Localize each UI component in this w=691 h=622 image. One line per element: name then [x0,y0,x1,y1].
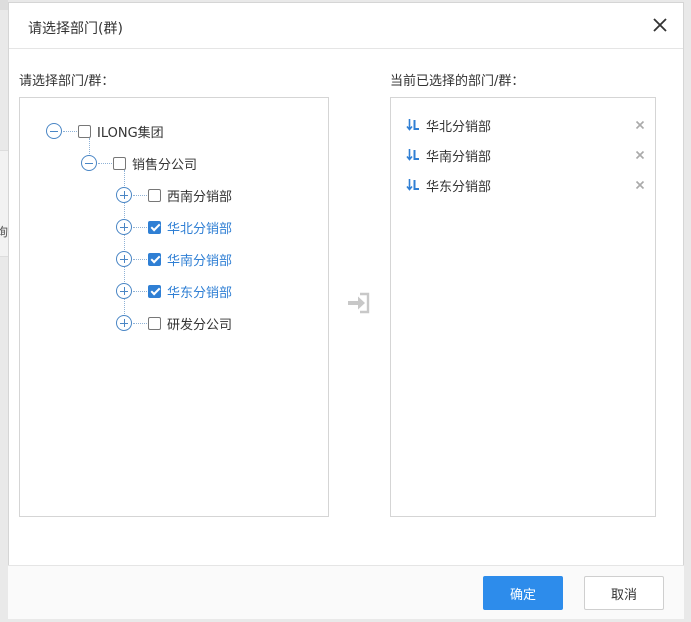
dialog-title: 请选择部门(群) [28,21,123,37]
selected-item-label: 华东分销部 [426,179,492,195]
tree-connector [133,258,147,260]
tree-checkbox[interactable] [113,156,126,170]
tree-connector [133,226,147,228]
tree-node-north[interactable]: 华北分销部 [116,217,232,237]
tree-connector [98,162,112,164]
right-panel-label: 当前已选择的部门/群： [390,74,525,89]
tree-node-label: 西南分销部 [167,189,233,205]
tree-node-label: 华东分销部 [167,285,233,301]
tree-node-label: ILONG集团 [97,125,164,141]
close-icon[interactable] [652,17,668,33]
tree-checkbox-checked[interactable] [148,284,161,298]
remove-x-icon[interactable] [634,179,646,191]
sort-down-icon[interactable] [406,178,420,192]
tree-checkbox-checked[interactable] [148,252,161,266]
tree-connector [133,194,147,196]
tree-connector [133,322,147,324]
selected-item-label: 华北分销部 [426,119,492,135]
tree-node-east[interactable]: 华东分销部 [116,281,232,301]
expand-icon[interactable] [116,315,132,331]
transfer-right-icon [346,289,374,317]
collapse-icon[interactable] [46,123,62,139]
tree-node-label: 研发分公司 [167,317,233,333]
tree-checkbox[interactable] [148,188,161,202]
background-page-fragment: 询 [0,150,8,257]
tree-node-label: 华南分销部 [167,253,233,269]
selected-item: 华南分销部 [406,146,646,165]
tree-node-label: 销售分公司 [132,157,198,173]
tree-checkbox[interactable] [148,316,161,330]
tree-node-label: 华北分销部 [167,221,233,237]
left-panel-label: 请选择部门/群： [19,74,115,89]
sort-down-icon[interactable] [406,118,420,132]
selected-item-label: 华南分销部 [426,149,492,165]
background-text: 询 [0,225,9,239]
expand-icon[interactable] [116,251,132,267]
tree-checkbox-checked[interactable] [148,220,161,234]
background-page-fragment [0,0,8,10]
sort-down-icon[interactable] [406,148,420,162]
expand-icon[interactable] [116,283,132,299]
tree-node-southwest[interactable]: 西南分销部 [116,185,232,205]
tree-node-rnd[interactable]: 研发分公司 [116,313,232,333]
remove-x-icon[interactable] [634,119,646,131]
tree-connector [133,290,147,292]
dialog-footer: 确定 取消 [8,565,684,619]
tree-checkbox[interactable] [78,124,91,138]
selected-item: 华东分销部 [406,176,646,195]
dialog-header: 请选择部门(群) [9,3,683,49]
tree-connector [63,130,77,132]
collapse-icon[interactable] [81,155,97,171]
expand-icon[interactable] [116,187,132,203]
expand-icon[interactable] [116,219,132,235]
tree-node-sales[interactable]: 销售分公司 [81,153,197,173]
selected-item: 华北分销部 [406,116,646,135]
tree-node-root[interactable]: ILONG集团 [46,121,164,141]
tree-node-south[interactable]: 华南分销部 [116,249,232,269]
remove-x-icon[interactable] [634,149,646,161]
confirm-button[interactable]: 确定 [483,576,563,610]
cancel-button[interactable]: 取消 [584,576,664,610]
